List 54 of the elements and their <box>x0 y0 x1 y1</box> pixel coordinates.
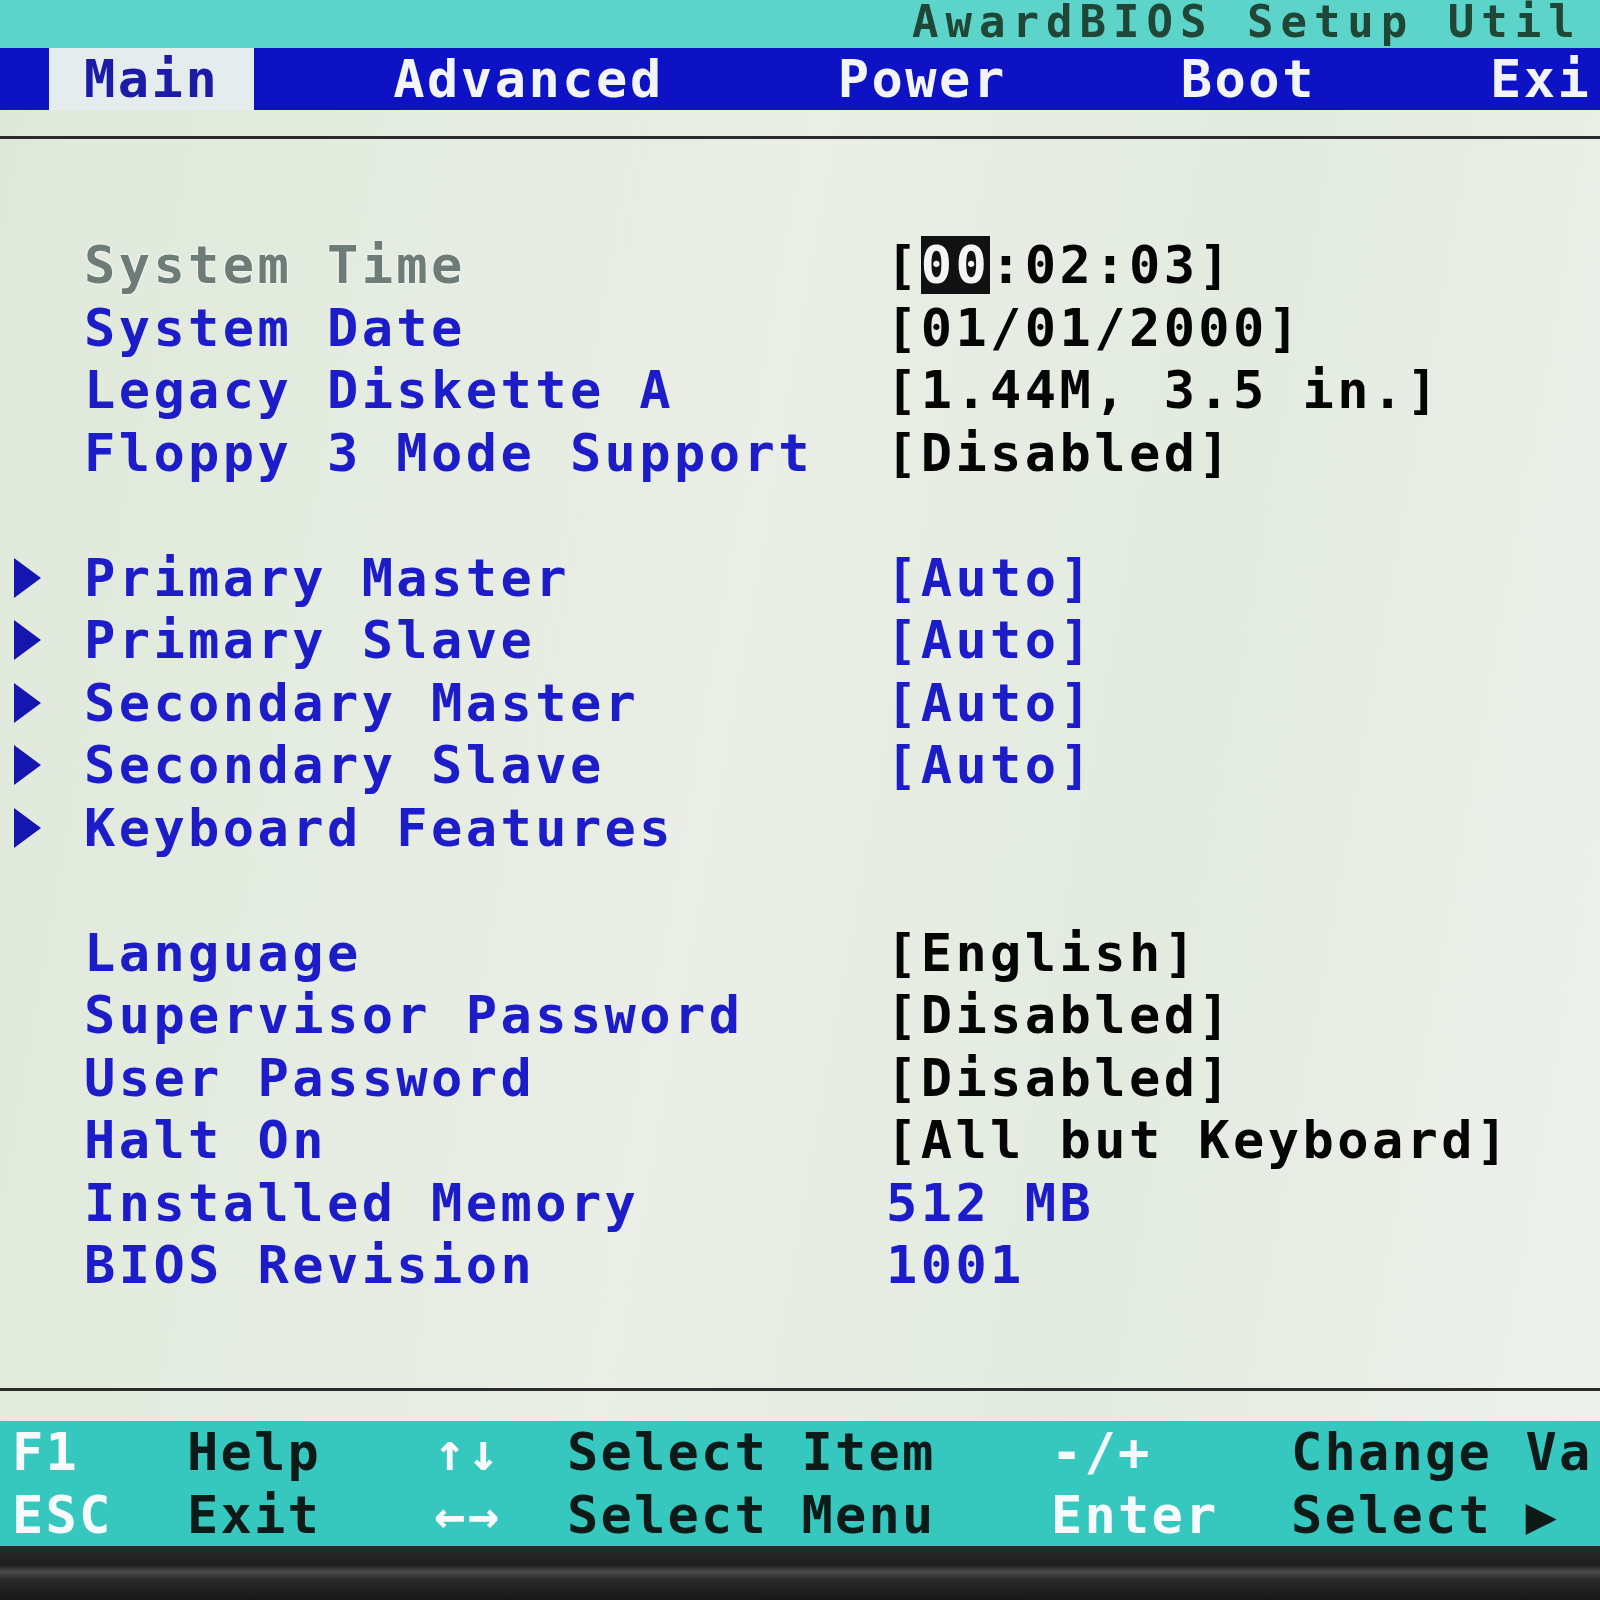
setting-value[interactable]: [English] <box>886 921 1199 984</box>
triangle-icon <box>14 807 41 848</box>
triangle-icon <box>14 620 41 661</box>
setting-label[interactable]: Floppy 3 Mode Support <box>84 421 813 484</box>
setting-label[interactable]: Legacy Diskette A <box>84 359 674 422</box>
key-action: Select Menu <box>567 1483 936 1546</box>
setting-label[interactable]: Halt On <box>84 1109 327 1172</box>
triangle-icon <box>14 557 41 598</box>
setting-label[interactable]: Installed Memory <box>84 1171 640 1234</box>
setting-value: [Auto] <box>886 546 1095 609</box>
setting-label[interactable]: Supervisor Password <box>84 984 744 1047</box>
key-action: Select Item <box>567 1421 936 1484</box>
setting-value[interactable]: [1.44M, 3.5 in.] <box>886 359 1442 422</box>
triangle-icon <box>14 745 41 786</box>
menu-tab[interactable]: Boot <box>1180 48 1316 110</box>
setting-value[interactable]: [All but Keyboard] <box>886 1109 1511 1172</box>
key-action: Change Va <box>1291 1421 1593 1484</box>
menu-tab[interactable]: Advanced <box>393 48 664 110</box>
key-action: Exit <box>187 1483 322 1546</box>
key-name: ←→ <box>434 1483 501 1546</box>
value-text: :02:03] <box>990 236 1234 295</box>
setting-value: [Auto] <box>886 609 1095 672</box>
key-name: ESC <box>12 1483 113 1546</box>
key-action: Help <box>187 1421 322 1484</box>
setting-value: [Auto] <box>886 671 1095 734</box>
menu-tab[interactable]: Power <box>837 48 1007 110</box>
setting-value[interactable]: [Disabled] <box>886 984 1234 1047</box>
triangle-icon <box>14 682 41 723</box>
setting-value[interactable]: [Disabled] <box>886 421 1234 484</box>
menu-tab[interactable]: Main <box>49 48 255 110</box>
setting-label[interactable]: Primary Master <box>84 546 570 609</box>
cursor-field[interactable]: 00 <box>920 236 991 295</box>
setting-label[interactable]: Primary Slave <box>84 609 536 672</box>
key-name: F1 <box>12 1421 79 1484</box>
menu-tab[interactable]: Exi <box>1489 48 1592 110</box>
setting-label[interactable]: Keyboard Features <box>84 796 674 859</box>
app-title: AwardBIOS Setup Util <box>912 0 1582 44</box>
setting-label[interactable]: System Time <box>84 234 466 297</box>
setting-value[interactable]: [Disabled] <box>886 1046 1234 1109</box>
setting-value: [Auto] <box>886 734 1095 797</box>
setting-value: 1001 <box>886 1234 1025 1297</box>
setting-label[interactable]: User Password <box>84 1046 536 1109</box>
key-name: -/+ <box>1051 1421 1152 1484</box>
setting-label[interactable]: Language <box>84 921 362 984</box>
key-name: ↑↓ <box>434 1421 501 1484</box>
setting-label[interactable]: Secondary Master <box>84 671 640 734</box>
setting-value: 512 MB <box>886 1171 1095 1234</box>
key-name: Enter <box>1051 1483 1219 1546</box>
setting-value[interactable]: [01/01/2000] <box>886 296 1303 359</box>
setting-label[interactable]: Secondary Slave <box>84 734 605 797</box>
setting-label[interactable]: BIOS Revision <box>84 1234 536 1297</box>
value-text: [ <box>886 236 921 295</box>
setting-label[interactable]: System Date <box>84 296 466 359</box>
key-action: Select ▶ <box>1291 1483 1560 1546</box>
